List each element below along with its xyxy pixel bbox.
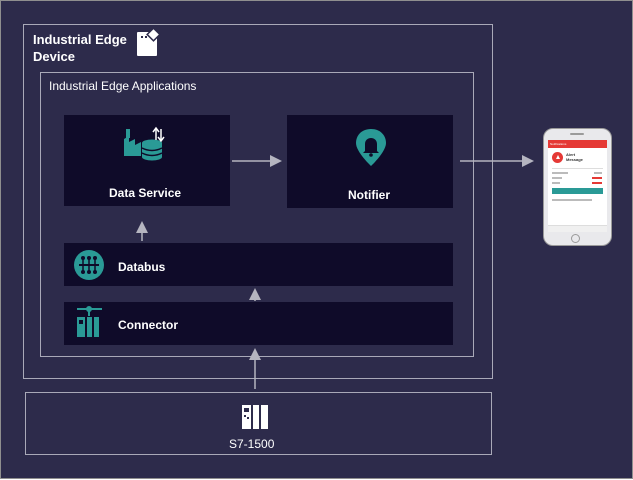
phone-screen: Notifications Alert Message bbox=[548, 140, 607, 232]
data-service-label: Data Service bbox=[109, 186, 182, 200]
notifier-label: Notifier bbox=[348, 188, 390, 202]
applications-title: Industrial Edge Applications bbox=[49, 79, 197, 93]
device-title-line2: Device bbox=[33, 49, 75, 64]
phone-home-button bbox=[571, 234, 580, 243]
phone-app-header: Notifications bbox=[548, 140, 607, 148]
databus-label: Databus bbox=[118, 260, 166, 274]
phone-action-button bbox=[552, 188, 603, 194]
smartphone-icon: Notifications Alert Message bbox=[543, 128, 612, 246]
s7-1500-label: S7-1500 bbox=[229, 437, 275, 451]
connector-label: Connector bbox=[118, 318, 178, 332]
device-title: Industrial Edge Device bbox=[33, 31, 143, 65]
diagram-canvas: Industrial Edge Device Industrial Edge A… bbox=[0, 0, 633, 479]
alert-title: Alert Message bbox=[566, 152, 583, 162]
device-title-line1: Industrial Edge bbox=[33, 32, 127, 47]
alert-title-line2: Message bbox=[566, 157, 583, 162]
